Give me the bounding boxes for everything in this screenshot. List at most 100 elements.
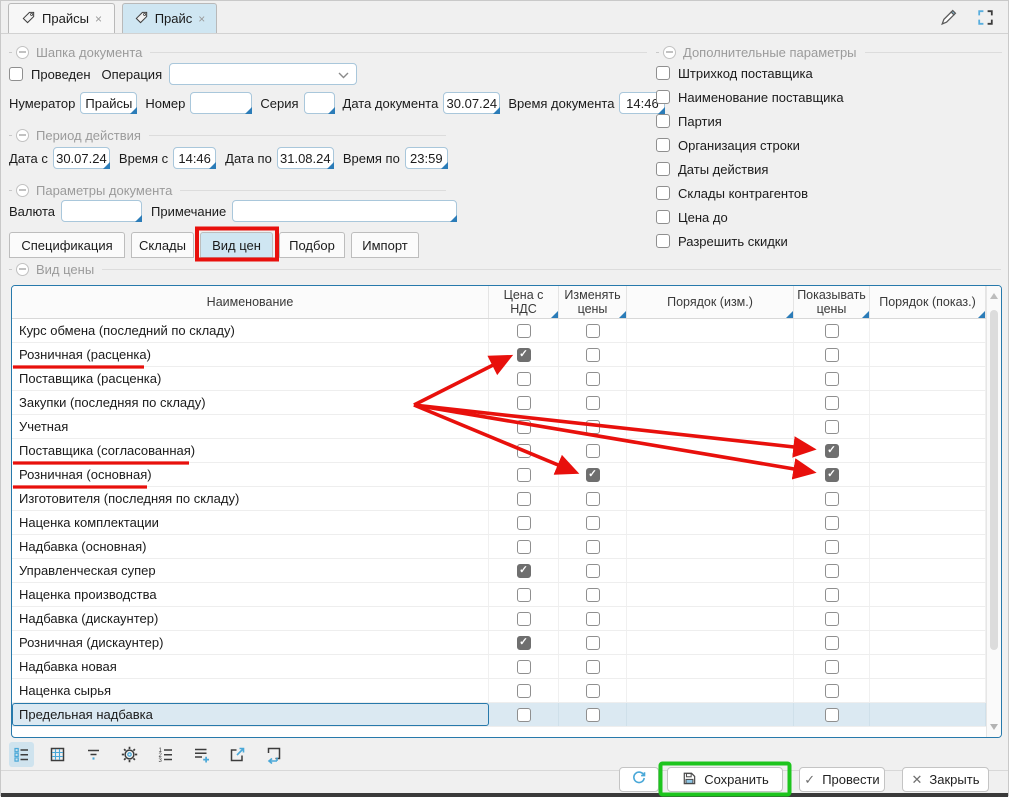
checkbox-icon[interactable]	[656, 234, 670, 248]
fullscreen-expand-icon[interactable]	[975, 7, 996, 31]
operation-select[interactable]	[169, 63, 357, 85]
checkbox-show-prices[interactable]	[825, 396, 839, 410]
checkbox-price-with-vat[interactable]	[517, 636, 531, 650]
checkbox-price-with-vat[interactable]	[517, 516, 531, 530]
checkbox-icon[interactable]	[656, 210, 670, 224]
checkbox-show-prices[interactable]	[825, 492, 839, 506]
table-row[interactable]: Наценка сырья	[12, 679, 1001, 703]
checkbox-change-prices[interactable]	[586, 372, 600, 386]
checkbox-show-prices[interactable]	[825, 444, 839, 458]
checkbox-change-prices[interactable]	[586, 324, 600, 338]
extra-option[interactable]: Даты действия	[656, 157, 844, 181]
checkbox-change-prices[interactable]	[586, 444, 600, 458]
checkbox-price-with-vat[interactable]	[517, 588, 531, 602]
column-header-order-edit[interactable]: Порядок (изм.)	[627, 286, 794, 318]
checkbox-show-prices[interactable]	[825, 468, 839, 482]
column-header-change-prices[interactable]: Изменять цены	[559, 286, 627, 318]
table-row[interactable]: Наценка производства	[12, 583, 1001, 607]
doc-date-field[interactable]: 30.07.24	[443, 92, 500, 114]
checkbox-price-with-vat[interactable]	[517, 420, 531, 434]
doc-tab-5[interactable]: Импорт	[351, 232, 419, 258]
checkbox-show-prices[interactable]	[825, 660, 839, 674]
checkbox-show-prices[interactable]	[825, 708, 839, 722]
scrollbar-thumb[interactable]	[990, 310, 998, 650]
collapse-icon[interactable]	[16, 129, 29, 142]
checkbox-show-prices[interactable]	[825, 372, 839, 386]
checkbox-change-prices[interactable]	[586, 468, 600, 482]
checkbox-price-with-vat[interactable]	[517, 396, 531, 410]
collapse-icon[interactable]	[16, 184, 29, 197]
checkbox-show-prices[interactable]	[825, 564, 839, 578]
checkbox-price-with-vat[interactable]	[517, 348, 531, 362]
table-row[interactable]: Поставщика (согласованная)	[12, 439, 1001, 463]
table-row[interactable]: Закупки (последняя по складу)	[12, 391, 1001, 415]
checkbox-change-prices[interactable]	[586, 516, 600, 530]
checkbox-show-prices[interactable]	[825, 516, 839, 530]
note-field[interactable]	[232, 200, 457, 222]
list-view-icon[interactable]	[9, 742, 34, 767]
checkbox-price-with-vat[interactable]	[517, 444, 531, 458]
table-row[interactable]: Розничная (дискаунтер)	[12, 631, 1001, 655]
checkbox-price-with-vat[interactable]	[517, 660, 531, 674]
close-button[interactable]: ✕ Закрыть	[902, 767, 989, 792]
numbered-list-icon[interactable]: 123	[153, 742, 178, 767]
checkbox-change-prices[interactable]	[586, 492, 600, 506]
column-header-order-show[interactable]: Порядок (показ.)	[870, 286, 986, 318]
extra-option[interactable]: Склады контрагентов	[656, 181, 844, 205]
checkbox-price-with-vat[interactable]	[517, 708, 531, 722]
reload-icon[interactable]	[261, 742, 286, 767]
checkbox-change-prices[interactable]	[586, 396, 600, 410]
checkbox-show-prices[interactable]	[825, 684, 839, 698]
checkbox-change-prices[interactable]	[586, 660, 600, 674]
filter-icon[interactable]	[81, 742, 106, 767]
checkbox-change-prices[interactable]	[586, 588, 600, 602]
checkbox-change-prices[interactable]	[586, 540, 600, 554]
checkbox-price-with-vat[interactable]	[517, 492, 531, 506]
checkbox-icon[interactable]	[656, 138, 670, 152]
extra-option[interactable]: Цена до	[656, 205, 844, 229]
checkbox-show-prices[interactable]	[825, 348, 839, 362]
checkbox-price-with-vat[interactable]	[517, 372, 531, 386]
collapse-icon[interactable]	[16, 263, 29, 276]
add-to-list-icon[interactable]	[189, 742, 214, 767]
refresh-button[interactable]	[619, 767, 659, 792]
date-from-field[interactable]: 30.07.24	[53, 147, 110, 169]
table-row[interactable]: Изготовителя (последняя по складу)	[12, 487, 1001, 511]
date-to-field[interactable]: 31.08.24	[277, 147, 334, 169]
checkbox-price-with-vat[interactable]	[517, 564, 531, 578]
table-row[interactable]: Наценка комплектации	[12, 511, 1001, 535]
checkbox-icon[interactable]	[656, 186, 670, 200]
checkbox-price-with-vat[interactable]	[517, 468, 531, 482]
column-header-price-with-vat[interactable]: Цена с НДС	[489, 286, 559, 318]
checkbox-show-prices[interactable]	[825, 324, 839, 338]
checkbox-change-prices[interactable]	[586, 564, 600, 578]
scroll-down-icon[interactable]	[990, 724, 998, 730]
series-field[interactable]	[304, 92, 335, 114]
checkbox-show-prices[interactable]	[825, 636, 839, 650]
extra-option[interactable]: Разрешить скидки	[656, 229, 844, 253]
table-row[interactable]: Надбавка новая	[12, 655, 1001, 679]
extra-option[interactable]: Штрихкод поставщика	[656, 61, 844, 85]
checkbox-price-with-vat[interactable]	[517, 684, 531, 698]
column-header-name[interactable]: Наименование	[12, 286, 489, 318]
table-row[interactable]: Учетная	[12, 415, 1001, 439]
close-icon[interactable]: ×	[95, 12, 102, 26]
numerator-field[interactable]: Прайсы	[80, 92, 137, 114]
checkbox-price-with-vat[interactable]	[517, 540, 531, 554]
table-row[interactable]: Поставщика (расценка)	[12, 367, 1001, 391]
doc-tab-2[interactable]: Склады	[131, 232, 194, 258]
checkbox-change-prices[interactable]	[586, 684, 600, 698]
window-tab-pricelists[interactable]: Прайсы ×	[8, 3, 115, 33]
checkbox-show-prices[interactable]	[825, 420, 839, 434]
collapse-icon[interactable]	[663, 46, 676, 59]
doc-tab-1[interactable]: Спецификация	[9, 232, 125, 258]
checkbox-show-prices[interactable]	[825, 612, 839, 626]
checkbox-show-prices[interactable]	[825, 588, 839, 602]
table-row[interactable]: Надбавка (дискаунтер)	[12, 607, 1001, 631]
edit-pencil-icon[interactable]	[938, 7, 959, 31]
checkbox-icon[interactable]	[656, 114, 670, 128]
grid-view-icon[interactable]	[45, 742, 70, 767]
checkbox-change-prices[interactable]	[586, 420, 600, 434]
number-field[interactable]	[190, 92, 252, 114]
extra-option[interactable]: Организация строки	[656, 133, 844, 157]
